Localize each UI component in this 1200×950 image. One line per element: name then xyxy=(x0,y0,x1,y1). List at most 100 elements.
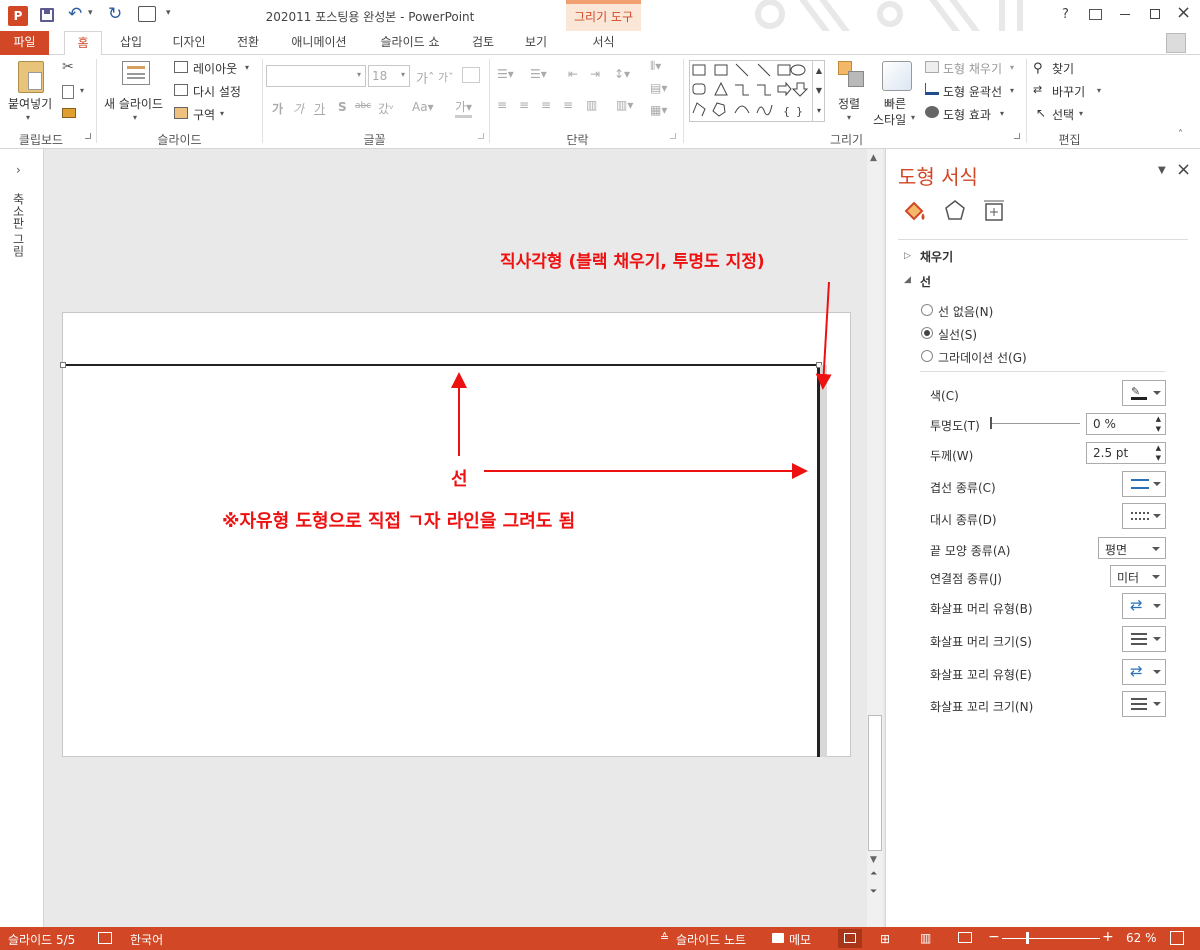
arrange-button[interactable]: 정렬 xyxy=(838,95,860,112)
language-indicator[interactable]: 한국어 xyxy=(130,931,163,948)
tab-insert[interactable]: 삽입 xyxy=(112,31,150,55)
text-direction-icon[interactable]: ⦀▾ xyxy=(650,59,661,74)
minimize-icon[interactable] xyxy=(1120,14,1130,15)
layout-dropdown-icon[interactable]: ▾ xyxy=(245,63,249,72)
radio-solid-line-label[interactable]: 실선(S) xyxy=(938,326,977,343)
transparency-spinner[interactable]: 0 % ▲ ▼ xyxy=(1086,413,1166,435)
arrange-dropdown-icon[interactable]: ▾ xyxy=(847,113,851,122)
size-properties-icon[interactable] xyxy=(982,199,1006,223)
shape-fill-icon[interactable] xyxy=(925,61,939,73)
change-case-icon[interactable]: Aa▾ xyxy=(412,100,434,114)
copy-dropdown-icon[interactable]: ▾ xyxy=(80,86,84,95)
help-button[interactable]: ? xyxy=(1062,7,1069,22)
fill-line-icon[interactable] xyxy=(902,199,928,223)
line-section-header[interactable]: 선 xyxy=(920,273,931,290)
scroll-thumb[interactable] xyxy=(868,715,882,851)
shape-outline-icon[interactable] xyxy=(925,83,939,95)
tab-format[interactable]: 서식 xyxy=(576,31,631,55)
shapes-gallery-icons[interactable]: {} xyxy=(690,61,814,121)
underline-icon[interactable]: 가 xyxy=(314,100,325,117)
shape-effects-button[interactable]: 도형 효과 xyxy=(943,106,991,123)
compound-type-dropdown[interactable] xyxy=(1122,471,1166,497)
paste-dropdown-icon[interactable]: ▾ xyxy=(26,113,30,122)
select-dropdown-icon[interactable]: ▾ xyxy=(1079,109,1083,118)
tab-review[interactable]: 검토 xyxy=(465,31,501,55)
normal-view-icon[interactable] xyxy=(838,929,862,948)
decrease-indent-icon[interactable]: ⇤ xyxy=(568,67,578,81)
spinner-down-icon[interactable]: ▼ xyxy=(1156,454,1161,462)
close-icon[interactable]: × xyxy=(1176,2,1191,23)
replace-button[interactable]: 바꾸기 xyxy=(1052,83,1085,100)
notes-button[interactable]: 슬라이드 노트 xyxy=(676,931,746,948)
join-type-dropdown[interactable]: 미터 xyxy=(1110,565,1166,587)
layout-icon[interactable] xyxy=(174,61,188,73)
comments-icon[interactable] xyxy=(772,933,784,943)
select-icon[interactable]: ↖ xyxy=(1036,106,1046,120)
gallery-scroll-down[interactable]: ▼ xyxy=(812,81,825,101)
radio-no-line-label[interactable]: 선 없음(N) xyxy=(938,303,993,320)
section-icon[interactable] xyxy=(174,107,188,119)
section-button[interactable]: 구역 xyxy=(193,106,215,123)
increase-indent-icon[interactable]: ⇥ xyxy=(590,67,600,81)
dash-type-dropdown[interactable] xyxy=(1122,503,1166,529)
reset-icon[interactable] xyxy=(174,84,188,96)
save-icon[interactable] xyxy=(40,8,54,22)
section-dropdown-icon[interactable]: ▾ xyxy=(220,109,224,118)
align-text-icon[interactable]: ▤▾ xyxy=(650,81,667,95)
font-size-box[interactable]: 18 ▾ xyxy=(368,65,410,87)
bullets-icon[interactable]: ☰▾ xyxy=(497,67,514,81)
char-spacing-icon[interactable]: 갔ᵛ xyxy=(378,100,394,117)
align-right-icon[interactable]: ≡ xyxy=(541,98,551,112)
powerpoint-icon[interactable]: P xyxy=(8,6,28,26)
smartart-icon[interactable]: ▦▾ xyxy=(650,103,667,117)
undo-dropdown-icon[interactable]: ▾ xyxy=(88,8,93,18)
font-launcher-icon[interactable] xyxy=(478,133,484,139)
cap-type-dropdown[interactable]: 평면 xyxy=(1098,537,1166,559)
thumbnail-pane-label[interactable]: 축소판 그림 xyxy=(10,193,27,257)
restore-icon[interactable] xyxy=(1150,9,1160,19)
redo-icon[interactable]: ↻ xyxy=(108,4,122,24)
paragraph-launcher-icon[interactable] xyxy=(670,133,676,139)
fit-to-window-icon[interactable] xyxy=(1170,931,1184,945)
select-button[interactable]: 선택 xyxy=(1052,106,1074,123)
radio-gradient-line-label[interactable]: 그라데이션 선(G) xyxy=(938,349,1027,366)
clear-format-icon[interactable] xyxy=(462,67,480,83)
scroll-up-icon[interactable]: ▲ xyxy=(870,153,877,163)
italic-icon[interactable]: 가 xyxy=(293,100,304,117)
columns-icon[interactable]: ▥▾ xyxy=(616,98,633,112)
zoom-in-icon[interactable]: + xyxy=(1102,929,1114,945)
shape-outline-dropdown-icon[interactable]: ▾ xyxy=(1010,86,1014,95)
next-slide-icon[interactable]: ⏷ xyxy=(870,887,877,897)
gallery-more[interactable]: ▾ xyxy=(812,101,825,122)
spinner-down-icon[interactable]: ▼ xyxy=(1156,425,1161,433)
end-arrow-size-dropdown[interactable] xyxy=(1122,691,1166,717)
clipboard-launcher-icon[interactable] xyxy=(85,133,91,139)
arrange-icon[interactable] xyxy=(838,61,866,89)
begin-arrow-size-dropdown[interactable] xyxy=(1122,626,1166,652)
numbering-icon[interactable]: ☰▾ xyxy=(530,67,547,81)
notes-icon[interactable]: ≙ xyxy=(660,931,669,944)
find-button[interactable]: 찾기 xyxy=(1052,60,1074,77)
end-arrow-type-dropdown[interactable]: ⇄ xyxy=(1122,659,1166,685)
gallery-scroll-up[interactable]: ▲ xyxy=(812,61,825,81)
pane-options-icon[interactable]: ▼ xyxy=(1158,165,1166,176)
distribute-icon[interactable]: ▥ xyxy=(586,98,597,112)
slideshow-icon[interactable] xyxy=(958,932,972,943)
line-spacing-icon[interactable]: ↕▾ xyxy=(614,67,630,81)
tab-transitions[interactable]: 전환 xyxy=(229,31,267,55)
width-spinner[interactable]: 2.5 pt ▲ ▼ xyxy=(1086,442,1166,464)
cut-icon[interactable]: ✂ xyxy=(62,59,74,75)
zoom-slider-thumb[interactable] xyxy=(1026,932,1029,944)
effects-icon[interactable] xyxy=(944,199,966,221)
spinner-up-icon[interactable]: ▲ xyxy=(1156,415,1161,423)
transparency-slider-track[interactable] xyxy=(990,423,1080,424)
replace-icon[interactable]: ⇄ xyxy=(1033,83,1042,96)
shape-effects-dropdown-icon[interactable]: ▾ xyxy=(1000,109,1004,118)
radio-gradient-line[interactable] xyxy=(921,350,933,362)
tab-design[interactable]: 디자인 xyxy=(165,31,213,55)
tab-home[interactable]: 홈 xyxy=(64,31,102,56)
shape-outline-button[interactable]: 도형 윤곽선 xyxy=(943,83,1002,100)
fill-section-header[interactable]: 채우기 xyxy=(920,248,953,265)
tab-slideshow[interactable]: 슬라이드 쇼 xyxy=(372,31,448,55)
grow-font-icon[interactable]: 가ˆ xyxy=(416,68,434,87)
